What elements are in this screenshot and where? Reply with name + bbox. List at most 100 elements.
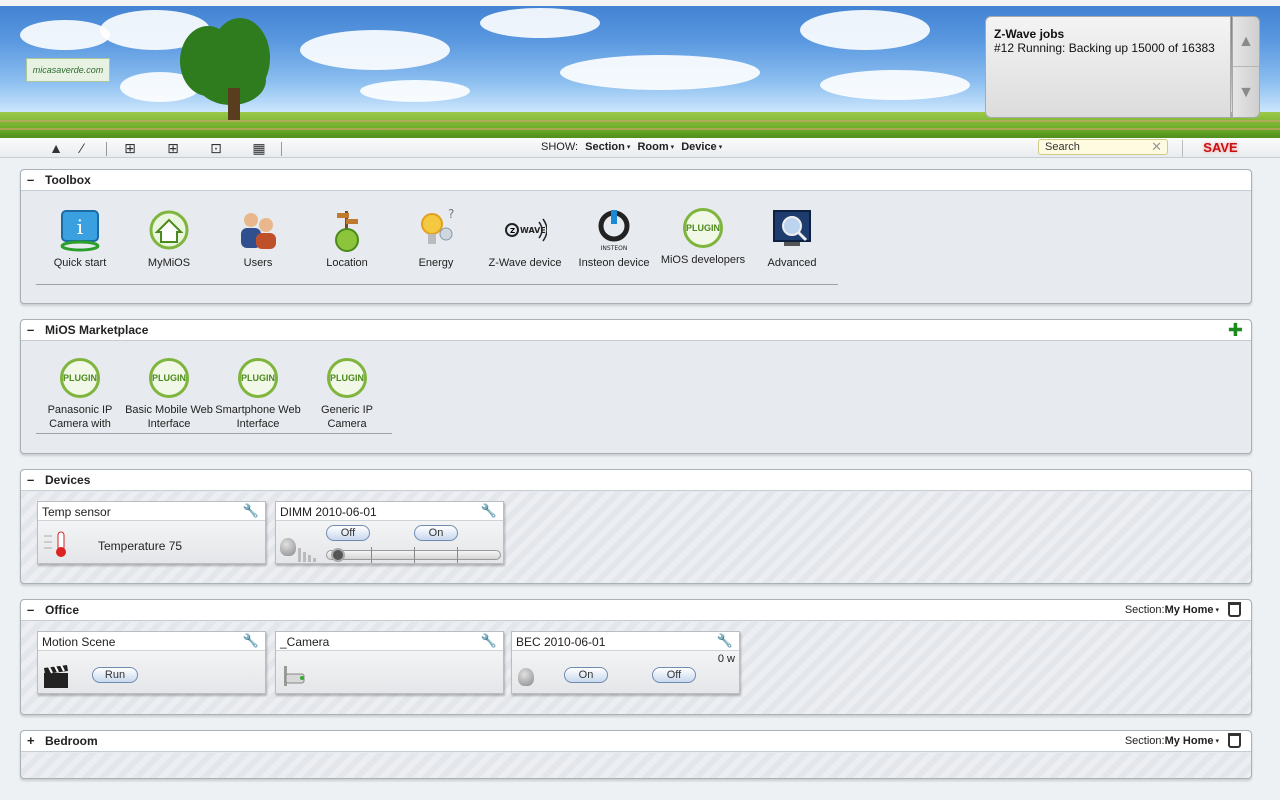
add-plugin-icon[interactable]: ✚ bbox=[1228, 320, 1243, 341]
device-card-camera[interactable]: _Camera 🔧 bbox=[275, 631, 504, 694]
office-header[interactable]: – Office Section:My Home ▾ bbox=[21, 600, 1251, 621]
panel-title: MiOS Marketplace bbox=[45, 323, 149, 337]
light-bulb-icon bbox=[518, 668, 534, 686]
micasaverde-logo[interactable]: micasaverde.com bbox=[26, 58, 110, 82]
filter-device[interactable]: Device ▾ bbox=[681, 141, 722, 153]
insteon-logo-icon: INSTEON bbox=[592, 208, 636, 252]
panel-title: Office bbox=[45, 603, 80, 617]
office-panel: – Office Section:My Home ▾ Motion Scene 🔧… bbox=[20, 599, 1252, 715]
scroll-down-icon[interactable]: ▼ bbox=[1233, 68, 1259, 118]
dimmer-slider[interactable] bbox=[326, 547, 501, 563]
collapse-icon[interactable]: – bbox=[27, 472, 34, 487]
plugin-icon: PLUGIN bbox=[238, 358, 278, 398]
house-icon bbox=[147, 208, 191, 252]
svg-text:?: ? bbox=[448, 208, 454, 221]
magnifier-monitor-icon bbox=[770, 208, 814, 252]
top-line bbox=[0, 0, 1280, 6]
add-device-icon[interactable]: ⊡ bbox=[207, 139, 225, 157]
camera-icon bbox=[280, 664, 306, 693]
cloud bbox=[480, 8, 600, 38]
plugin-icon: PLUGIN bbox=[683, 208, 723, 248]
marketplace-header[interactable]: – MiOS Marketplace ✚ bbox=[21, 320, 1251, 341]
show-filter-bar: SHOW: Section ▾ Room ▾ Device ▾ bbox=[541, 141, 722, 153]
wizard-hat-icon[interactable]: ▲ bbox=[47, 139, 65, 157]
device-card-bec[interactable]: BEC 2010-06-01 🔧 0 w On Off bbox=[511, 631, 740, 694]
svg-text:i: i bbox=[77, 215, 83, 239]
toolbox-item-location[interactable]: Location bbox=[303, 208, 391, 270]
toolbox-item-mymios[interactable]: MyMiOS bbox=[125, 208, 213, 270]
chevron-down-icon: ▾ bbox=[670, 144, 675, 152]
plugin-icon: PLUGIN bbox=[327, 358, 367, 398]
collapse-icon[interactable]: – bbox=[27, 602, 34, 617]
toolbox-item-zwave-device[interactable]: Z WAVE Z-Wave device bbox=[481, 208, 569, 270]
expand-icon[interactable]: + bbox=[27, 733, 35, 748]
wrench-icon[interactable]: 🔧 bbox=[481, 503, 497, 519]
svg-text:INSTEON: INSTEON bbox=[601, 245, 628, 252]
toolbox-item-users[interactable]: Users bbox=[214, 208, 302, 270]
section-selector[interactable]: Section:My Home ▾ bbox=[1125, 604, 1219, 616]
off-button[interactable]: Off bbox=[326, 525, 370, 541]
add-scene-icon[interactable]: ▦ bbox=[250, 139, 268, 157]
plugin-icon: PLUGIN bbox=[149, 358, 189, 398]
collapse-icon[interactable]: – bbox=[27, 172, 34, 187]
toolbox-panel: – Toolbox i Quick start MyMiOS Users Loc… bbox=[20, 169, 1252, 304]
trash-icon[interactable] bbox=[1228, 733, 1241, 748]
wrench-icon[interactable]: 🔧 bbox=[243, 503, 259, 519]
cloud bbox=[560, 55, 760, 90]
marketplace-item[interactable]: PLUGIN Basic Mobile Web Interface bbox=[125, 358, 213, 431]
scroll-up-icon[interactable]: ▲ bbox=[1233, 17, 1259, 67]
devices-header[interactable]: – Devices bbox=[21, 470, 1251, 491]
device-card-temp-sensor[interactable]: Temp sensor 🔧 Temperature 75 bbox=[37, 501, 266, 564]
chevron-down-icon: ▾ bbox=[1215, 738, 1219, 746]
on-button[interactable]: On bbox=[414, 525, 458, 541]
toolbox-header[interactable]: – Toolbox bbox=[21, 170, 1251, 191]
on-button[interactable]: On bbox=[564, 667, 608, 683]
device-name: DIMM 2010-06-01 bbox=[280, 505, 377, 519]
add-room-icon[interactable]: ⊞ bbox=[164, 139, 182, 157]
toolbox-item-insteon-device[interactable]: INSTEON Insteon device bbox=[570, 208, 658, 270]
marketplace-panel: – MiOS Marketplace ✚ PLUGIN Panasonic IP… bbox=[20, 319, 1252, 454]
toolbox-item-quick-start[interactable]: i Quick start bbox=[36, 208, 124, 270]
plugin-icon: PLUGIN bbox=[60, 358, 100, 398]
chevron-down-icon: ▾ bbox=[626, 144, 631, 152]
energy-bulb-icon: ? bbox=[414, 208, 458, 252]
thermometer-icon bbox=[42, 530, 70, 558]
scene-card-motion-scene[interactable]: Motion Scene 🔧 Run bbox=[37, 631, 266, 694]
slider-handle[interactable] bbox=[331, 548, 345, 562]
save-button[interactable]: SAVE bbox=[1182, 140, 1258, 157]
wrench-icon[interactable]: 🔧 bbox=[717, 633, 733, 649]
magic-wand-icon[interactable]: ⁄ bbox=[73, 139, 91, 157]
show-label: SHOW: bbox=[541, 141, 579, 153]
filter-section[interactable]: Section ▾ bbox=[585, 141, 630, 153]
bedroom-header[interactable]: + Bedroom Section:My Home ▾ bbox=[21, 731, 1251, 752]
zwave-jobs-panel: Z-Wave jobs #12 Running: Backing up 1500… bbox=[985, 16, 1231, 118]
trash-icon[interactable] bbox=[1228, 602, 1241, 617]
toolbox-item-mios-developers[interactable]: PLUGIN MiOS developers bbox=[659, 208, 747, 267]
toolbox-item-energy[interactable]: ? Energy bbox=[392, 208, 480, 270]
toolbox-item-advanced[interactable]: Advanced bbox=[748, 208, 836, 270]
collapse-icon[interactable]: – bbox=[27, 322, 34, 337]
search-input[interactable]: Search ✕ bbox=[1038, 139, 1168, 155]
marketplace-item[interactable]: PLUGIN Panasonic IP Camera with bbox=[36, 358, 124, 431]
add-section-icon[interactable]: ⊞ bbox=[121, 139, 139, 157]
run-button[interactable]: Run bbox=[92, 667, 138, 683]
globe-signpost-icon bbox=[325, 208, 369, 252]
filter-room[interactable]: Room ▾ bbox=[637, 141, 674, 153]
section-selector[interactable]: Section:My Home ▾ bbox=[1125, 735, 1219, 747]
off-button[interactable]: Off bbox=[652, 667, 696, 683]
cloud bbox=[360, 80, 470, 102]
zwave-jobs-scrollbar[interactable]: ▲ ▼ bbox=[1232, 16, 1260, 118]
marketplace-item[interactable]: PLUGIN Generic IP Camera bbox=[303, 358, 391, 431]
panel-title: Bedroom bbox=[45, 734, 98, 748]
device-card-dimmer[interactable]: DIMM 2010-06-01 🔧 Off On bbox=[275, 501, 504, 564]
clapperboard-icon bbox=[43, 664, 69, 692]
clear-search-icon[interactable]: ✕ bbox=[1151, 139, 1162, 155]
svg-text:Z: Z bbox=[510, 227, 515, 235]
wrench-icon[interactable]: 🔧 bbox=[481, 633, 497, 649]
zwave-job-status: #12 Running: Backing up 15000 of 16383 bbox=[994, 41, 1215, 55]
scene-name: Motion Scene bbox=[42, 635, 116, 649]
cloud bbox=[300, 30, 450, 70]
marketplace-item[interactable]: PLUGIN Smartphone Web Interface bbox=[214, 358, 302, 431]
users-icon bbox=[236, 208, 280, 252]
wrench-icon[interactable]: 🔧 bbox=[243, 633, 259, 649]
